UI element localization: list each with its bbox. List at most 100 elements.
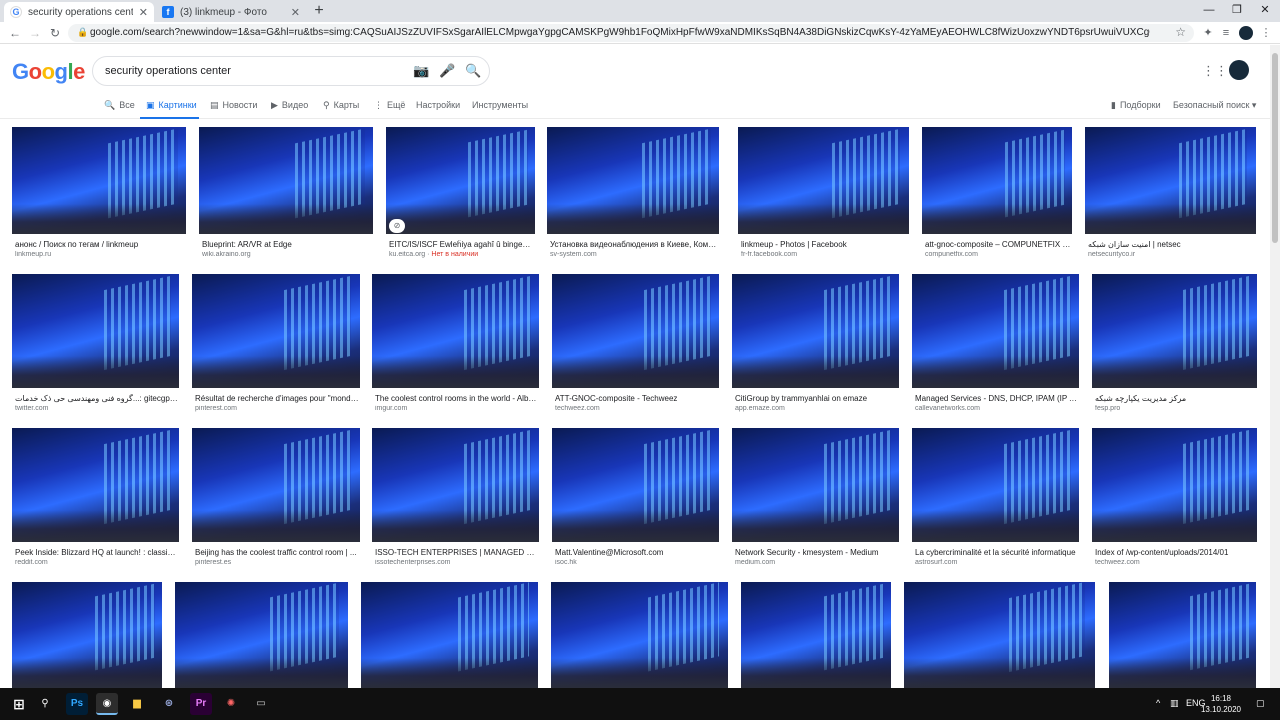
address-bar[interactable]: 🔒 google.com/search?newwindow=1&sa=G&hl=… [68, 24, 1194, 42]
extensions-icon[interactable]: ✦ [1200, 25, 1216, 41]
clock[interactable]: 16:18 13.10.2020 [1200, 693, 1242, 715]
settings-link[interactable]: Настройки [416, 100, 460, 110]
result-thumbnail[interactable] [738, 127, 909, 234]
network-icon[interactable]: ▥ [1170, 698, 1179, 709]
search-input[interactable]: security operations center [105, 65, 231, 77]
file-explorer-icon[interactable]: ▆ [126, 693, 148, 715]
tab-facebook[interactable]: f (3) linkmeup - Фото ✕ [156, 2, 306, 22]
result-caption[interactable]: att-gnoc-composite – COMPUNETFIX LL... [925, 240, 1071, 249]
result-caption[interactable]: Blueprint: AR/VR at Edge [202, 240, 372, 249]
browser-profile-avatar[interactable] [1239, 26, 1253, 40]
result-caption[interactable]: مرکز مدیریت یکپارچه شبکه [1095, 394, 1256, 403]
result-caption[interactable]: La cybercriminalité et la sécurité infor… [915, 548, 1078, 557]
result-caption[interactable]: گروه فنی ومهندسی حی ذک خدمات...: gitecgp… [15, 394, 178, 403]
result-caption[interactable]: Résultat de recherche d'images pour "mon… [195, 394, 359, 403]
result-caption[interactable]: Managed Services - DNS, DHCP, IPAM (IP A… [915, 394, 1078, 403]
result-caption[interactable]: Peek Inside: Blizzard HQ at launch! : cl… [15, 548, 178, 557]
close-window-button[interactable]: ✕ [1250, 0, 1280, 22]
back-button[interactable]: ← [8, 25, 22, 41]
result-thumbnail[interactable] [12, 274, 179, 388]
result-caption[interactable]: Network Security - kmesystem - Medium [735, 548, 898, 557]
tab-maps[interactable]: ⚲ Карты [323, 100, 359, 111]
tab-google-search[interactable]: G security operations center – Goo ✕ [4, 2, 154, 22]
result-caption[interactable]: EITC/IS/ISCF Ewleĥiya agahî û bingehên .… [389, 240, 534, 249]
result-thumbnail[interactable] [1109, 582, 1256, 688]
result-thumbnail[interactable] [372, 428, 539, 542]
app-icon[interactable]: ✺ [220, 693, 242, 715]
mic-icon[interactable]: 🎤 [439, 63, 455, 79]
tab-news[interactable]: ▤ Новости [210, 100, 257, 111]
result-caption[interactable]: The coolest control rooms in the world -… [375, 394, 538, 403]
menu-icon[interactable]: ⋮ [1258, 25, 1274, 41]
safe-search-dropdown[interactable]: Безопасный поиск ▾ [1173, 100, 1256, 111]
result-thumbnail[interactable] [192, 274, 360, 388]
reload-button[interactable]: ↻ [48, 25, 62, 41]
tab-video[interactable]: ▶ Видео [271, 100, 308, 111]
url-text: google.com/search?newwindow=1&sa=G&hl=ru… [90, 27, 1150, 38]
result-thumbnail[interactable] [372, 274, 539, 388]
notifications-icon[interactable]: ▢ [1256, 698, 1265, 709]
search-icon[interactable]: 🔍 [465, 63, 481, 79]
media-icon[interactable]: ≡ [1218, 25, 1234, 41]
result-thumbnail[interactable] [386, 127, 535, 234]
result-thumbnail[interactable] [192, 428, 360, 542]
account-avatar[interactable] [1229, 60, 1249, 80]
start-icon[interactable]: ⊞ [8, 693, 30, 715]
result-thumbnail[interactable] [1092, 274, 1257, 388]
result-thumbnail[interactable] [1085, 127, 1256, 234]
google-logo[interactable]: Google [12, 59, 85, 85]
close-icon[interactable]: ✕ [139, 6, 148, 19]
browser-window: G security operations center – Goo ✕ f (… [0, 0, 1280, 720]
vpn-icon[interactable]: ⊛ [158, 693, 180, 715]
result-thumbnail[interactable] [552, 428, 719, 542]
result-thumbnail[interactable] [199, 127, 373, 234]
result-thumbnail[interactable] [912, 274, 1079, 388]
result-caption[interactable]: Установка видеонаблюдения в Киеве, Компл… [550, 240, 718, 249]
result-thumbnail[interactable] [904, 582, 1095, 688]
result-thumbnail[interactable] [12, 582, 162, 688]
scrollbar-thumb[interactable] [1272, 53, 1278, 243]
result-thumbnail[interactable] [1092, 428, 1257, 542]
result-thumbnail[interactable] [547, 127, 719, 234]
result-caption[interactable]: Beijing has the coolest traffic control … [195, 548, 359, 557]
screen-icon[interactable]: ▭ [250, 693, 272, 715]
result-thumbnail[interactable] [922, 127, 1072, 234]
result-thumbnail[interactable] [912, 428, 1079, 542]
result-thumbnail[interactable] [12, 127, 186, 234]
result-thumbnail[interactable] [551, 582, 728, 688]
close-icon[interactable]: ✕ [291, 6, 300, 19]
result-thumbnail[interactable] [175, 582, 348, 688]
star-icon[interactable]: ☆ [1175, 25, 1186, 39]
collections-link[interactable]: ▮ Подборки [1111, 100, 1161, 111]
tools-link[interactable]: Инструменты [472, 100, 528, 110]
result-thumbnail[interactable] [732, 428, 899, 542]
tray-chevron-icon[interactable]: ^ [1156, 698, 1160, 708]
minimize-button[interactable]: — [1194, 0, 1224, 22]
result-thumbnail[interactable] [552, 274, 719, 388]
result-thumbnail[interactable] [741, 582, 891, 688]
result-caption[interactable]: linkmeup - Photos | Facebook [741, 240, 908, 249]
chrome-icon[interactable]: ◉ [96, 693, 118, 715]
result-caption[interactable]: ATT-GNOC-composite - Techweez [555, 394, 718, 403]
result-caption[interactable]: ISSO-TECH ENTERPRISES | MANAGED SERVI... [375, 548, 538, 557]
tab-all[interactable]: 🔍 Все [104, 100, 135, 111]
maximize-button[interactable]: ❐ [1222, 0, 1252, 22]
forward-button[interactable]: → [28, 25, 42, 41]
premiere-icon[interactable]: Pr [190, 693, 212, 715]
camera-icon[interactable]: 📷 [413, 63, 429, 79]
result-thumbnail[interactable] [361, 582, 538, 688]
result-caption[interactable]: امنیت سازان شبکه | netsec [1088, 240, 1255, 249]
scrollbar[interactable] [1270, 45, 1280, 688]
search-icon[interactable]: ⚲ [34, 693, 56, 715]
result-caption[interactable]: Index of /wp-content/uploads/2014/01 [1095, 548, 1256, 557]
result-caption[interactable]: Matt.Valentine@Microsoft.com [555, 548, 718, 557]
new-tab-button[interactable]: + [311, 3, 327, 19]
result-thumbnail[interactable] [12, 428, 179, 542]
result-caption[interactable]: CitiGroup by trammyanhlai on emaze [735, 394, 898, 403]
search-box[interactable]: security operations center 📷 🎤 🔍 [92, 56, 490, 86]
tab-more[interactable]: ⋮ Ещё [374, 100, 405, 111]
photoshop-icon[interactable]: Ps [66, 693, 88, 715]
result-thumbnail[interactable] [732, 274, 899, 388]
tab-images[interactable]: ▣ Картинки [146, 100, 197, 111]
result-caption[interactable]: анонс / Поиск по тегам / linkmeup [15, 240, 185, 249]
